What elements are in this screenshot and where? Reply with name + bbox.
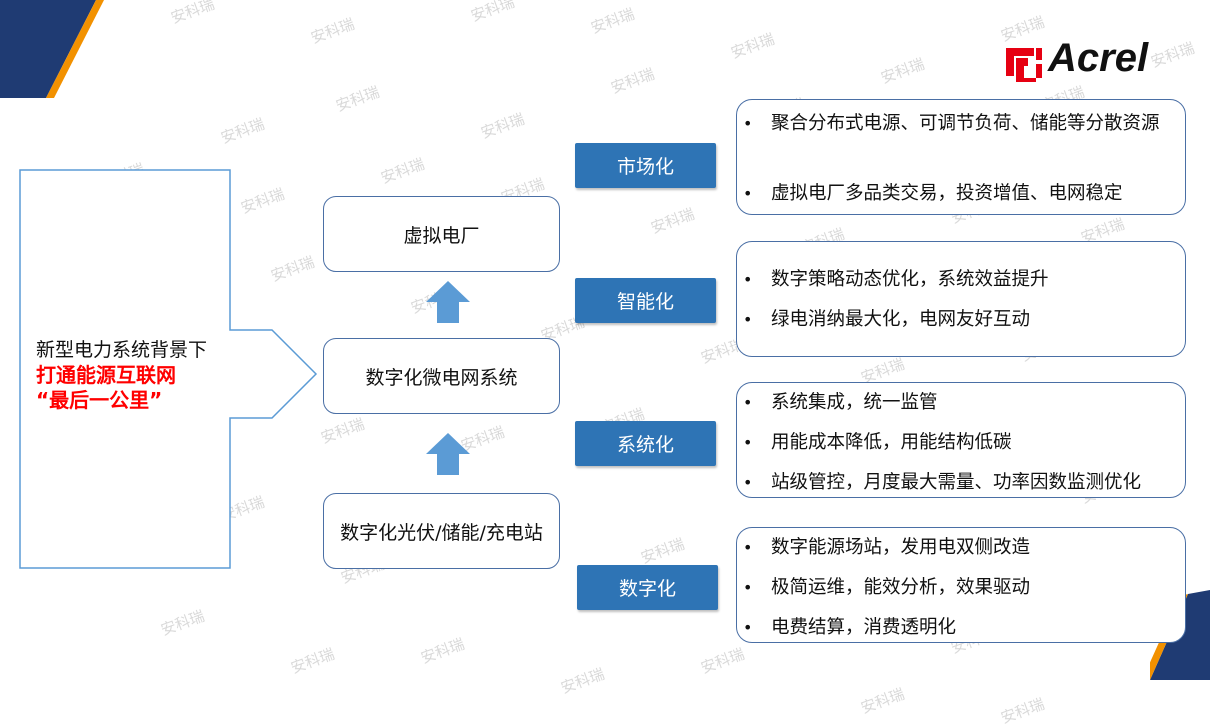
watermark-text: 安科瑞	[728, 29, 777, 63]
up-arrow-icon-lower	[426, 433, 470, 475]
panel-intelligent: • 数字策略动态优化，系统效益提升 • 绿电消纳最大化，电网友好互动	[736, 241, 1186, 357]
watermark-text: 安科瑞	[333, 82, 382, 116]
digital-microgrid-label: 数字化微电网系统	[365, 366, 518, 389]
bullet-dot: •	[743, 270, 753, 289]
panel-digital: • 数字能源场站，发用电双侧改造 • 极简运维，能效分析，效果驱动 • 电费结算…	[736, 527, 1186, 643]
watermark-text: 安科瑞	[558, 664, 607, 698]
watermark-text: 安科瑞	[638, 534, 687, 568]
acrel-logo-text: Acrel	[1048, 36, 1149, 80]
bullet-item: • 数字策略动态优化，系统效益提升	[741, 266, 1175, 294]
bullet-item: • 聚合分布式电源、可调节负荷、储能等分散资源	[741, 110, 1175, 138]
bullet-item: • 系统集成，统一监管	[741, 389, 1175, 417]
virtual-power-plant-label: 虚拟电厂	[403, 224, 480, 247]
left-highlight-line3: “最后一公里”	[36, 388, 163, 412]
bullet-text: 系统集成，统一监管	[771, 392, 938, 413]
digital-station-box: 数字化光伏/储能/充电站	[323, 493, 560, 569]
watermark-text: 安科瑞	[648, 204, 697, 238]
digital-station-label: 数字化光伏/储能/充电站	[340, 521, 543, 544]
bullet-dot: •	[743, 393, 753, 412]
bullet-dot: •	[743, 310, 753, 329]
watermark-text: 安科瑞	[588, 4, 637, 38]
virtual-power-plant-box: 虚拟电厂	[323, 196, 560, 272]
tag-intelligent: 智能化	[575, 278, 716, 323]
up-arrow-icon-upper	[426, 281, 470, 323]
bullet-dot: •	[743, 184, 753, 203]
bullet-item: • 虚拟电厂多品类交易，投资增值、电网稳定	[741, 180, 1175, 208]
panel-systematic: • 系统集成，统一监管 • 用能成本降低，用能结构低碳 • 站级管控，月度最大需…	[736, 382, 1186, 498]
bullet-text: 聚合分布式电源、可调节负荷、储能等分散资源	[771, 113, 1160, 134]
watermark-text: 安科瑞	[698, 644, 747, 678]
bullet-text: 站级管控，月度最大需量、功率因数监测优化	[771, 472, 1142, 493]
bullet-text: 虚拟电厂多品类交易，投资增值、电网稳定	[771, 183, 1123, 204]
tag-systematic-label: 系统化	[616, 434, 674, 456]
bullet-dot: •	[743, 538, 753, 557]
left-context-text: 新型电力系统背景下 打通能源互联网 “最后一公里”	[36, 338, 207, 413]
tag-systematic: 系统化	[575, 421, 716, 466]
bullet-item: • 站级管控，月度最大需量、功率因数监测优化	[741, 469, 1175, 497]
bullet-text: 绿电消纳最大化，电网友好互动	[771, 309, 1031, 330]
bullet-dot: •	[743, 578, 753, 597]
bullet-dot: •	[743, 114, 753, 133]
watermark-text: 安科瑞	[418, 634, 467, 668]
watermark-text: 安科瑞	[468, 0, 517, 26]
bullet-item: • 数字能源场站，发用电双侧改造	[741, 534, 1175, 562]
left-highlight-line2: 打通能源互联网	[36, 363, 176, 387]
watermark-text: 安科瑞	[308, 14, 357, 48]
acrel-logo: Acrel	[1002, 36, 1177, 84]
bullet-item: • 电费结算，消费透明化	[741, 614, 1175, 642]
tag-market: 市场化	[575, 143, 716, 188]
watermark-text: 安科瑞	[288, 644, 337, 678]
bullet-item: • 绿电消纳最大化，电网友好互动	[741, 306, 1175, 334]
bullet-text: 电费结算，消费透明化	[771, 617, 957, 638]
tag-intelligent-label: 智能化	[616, 291, 674, 313]
watermark-text: 安科瑞	[998, 694, 1047, 728]
bullet-item: • 用能成本降低，用能结构低碳	[741, 429, 1175, 457]
watermark-text: 安科瑞	[478, 109, 527, 143]
left-context-line1: 新型电力系统背景下	[36, 339, 208, 361]
tag-market-label: 市场化	[616, 156, 674, 178]
tag-digital-label: 数字化	[618, 578, 676, 600]
watermark-text: 安科瑞	[608, 64, 657, 98]
watermark-text: 安科瑞	[378, 154, 427, 188]
bullet-text: 数字策略动态优化，系统效益提升	[771, 269, 1049, 290]
watermark-text: 安科瑞	[158, 606, 207, 640]
bullet-text: 极简运维，能效分析，效果驱动	[771, 577, 1031, 598]
digital-microgrid-box: 数字化微电网系统	[323, 338, 560, 414]
tag-digital: 数字化	[577, 565, 718, 610]
bullet-dot: •	[743, 433, 753, 452]
watermark-text: 安科瑞	[218, 114, 267, 148]
bullet-dot: •	[743, 473, 753, 492]
bullet-text: 数字能源场站，发用电双侧改造	[771, 537, 1031, 558]
acrel-logo-icon	[1006, 48, 1042, 82]
watermark-text: 安科瑞	[318, 414, 367, 448]
watermark-text: 安科瑞	[168, 0, 217, 28]
watermark-text: 安科瑞	[878, 54, 927, 88]
watermark-text: 安科瑞	[858, 684, 907, 718]
bullet-dot: •	[743, 618, 753, 637]
bullet-text: 用能成本降低，用能结构低碳	[771, 432, 1012, 453]
bullet-item: • 极简运维，能效分析，效果驱动	[741, 574, 1175, 602]
corner-decoration-top-left	[0, 0, 104, 98]
panel-market: • 聚合分布式电源、可调节负荷、储能等分散资源 • 虚拟电厂多品类交易，投资增值…	[736, 99, 1186, 215]
